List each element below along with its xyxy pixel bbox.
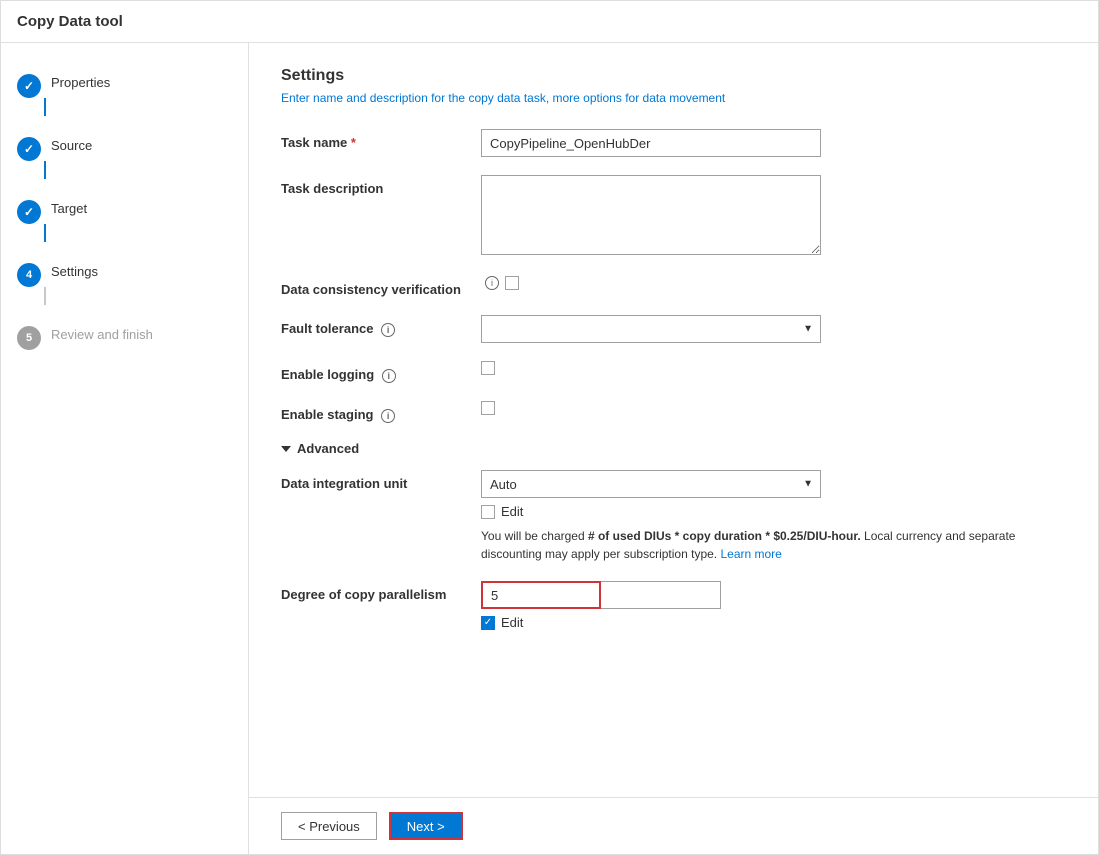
sidebar-item-review[interactable]: 5 Review and finish (1, 315, 248, 360)
step-circle-review: 5 (17, 326, 41, 350)
right-panel: Settings Enter name and description for … (249, 43, 1098, 854)
step-connector-3 (44, 224, 46, 242)
degree-parallelism-input-2[interactable] (601, 581, 721, 609)
data-integration-control: Auto ▼ Edit You will be charged # of use… (481, 470, 1066, 563)
degree-parallelism-row: Degree of copy parallelism Edit (281, 581, 1066, 630)
advanced-label: Advanced (297, 441, 359, 456)
fault-tolerance-info-icon[interactable]: i (381, 323, 395, 337)
sidebar-item-target[interactable]: Target (1, 189, 248, 252)
advanced-header[interactable]: Advanced (281, 441, 1066, 456)
step-circle-settings: 4 (17, 263, 41, 287)
edit-label-diu: Edit (501, 504, 523, 519)
edit-row-diu: Edit (481, 504, 1066, 519)
section-subtitle: Enter name and description for the copy … (281, 91, 1066, 105)
panel-content: Settings Enter name and description for … (249, 43, 1098, 797)
sidebar-label-review: Review and finish (51, 325, 153, 342)
enable-staging-row: Enable staging i (281, 401, 1066, 423)
task-description-label: Task description (281, 175, 481, 196)
enable-logging-row: Enable logging i (281, 361, 1066, 383)
degree-parallelism-input[interactable] (481, 581, 601, 609)
next-button[interactable]: Next > (389, 812, 463, 840)
enable-staging-control (481, 401, 1066, 418)
data-consistency-checkbox-row: i (481, 276, 1066, 290)
sidebar-label-properties: Properties (51, 73, 110, 90)
step-connector-1 (44, 98, 46, 116)
step-circle-properties (17, 74, 41, 98)
data-integration-dropdown-wrapper: Auto ▼ (481, 470, 821, 498)
enable-staging-checkbox[interactable] (481, 401, 495, 415)
enable-logging-label: Enable logging i (281, 361, 481, 383)
data-consistency-row: Data consistency verification i (281, 276, 1066, 297)
task-name-input[interactable] (481, 129, 821, 157)
task-name-required: * (351, 135, 356, 150)
edit-row-parallelism: Edit (481, 615, 1066, 630)
degree-parallelism-label: Degree of copy parallelism (281, 581, 481, 602)
edit-checkbox-parallelism[interactable] (481, 616, 495, 630)
fault-tolerance-dropdown-wrapper: ▼ (481, 315, 821, 343)
sidebar-label-settings: Settings (51, 262, 98, 279)
charge-text-part1: You will be charged (481, 529, 588, 543)
step-circle-source (17, 137, 41, 161)
previous-label: < Previous (298, 819, 360, 834)
data-consistency-label: Data consistency verification (281, 276, 481, 297)
next-label: Next > (407, 819, 445, 834)
charge-text: You will be charged # of used DIUs * cop… (481, 527, 1061, 563)
enable-logging-control (481, 361, 1066, 378)
enable-staging-info-icon[interactable]: i (381, 409, 395, 423)
task-description-row: Task description (281, 175, 1066, 258)
fault-tolerance-select[interactable] (481, 315, 821, 343)
parallelism-inputs (481, 581, 1066, 609)
advanced-collapse-icon (281, 446, 291, 452)
enable-logging-info-icon[interactable]: i (382, 369, 396, 383)
fault-tolerance-row: Fault tolerance i ▼ (281, 315, 1066, 343)
data-integration-row: Data integration unit Auto ▼ Edit (281, 470, 1066, 563)
task-name-label: Task name * (281, 129, 481, 150)
sidebar-label-target: Target (51, 199, 87, 216)
learn-more-link[interactable]: Learn more (720, 547, 781, 561)
fault-tolerance-control: ▼ (481, 315, 1066, 343)
sidebar-item-properties[interactable]: Properties (1, 63, 248, 126)
sidebar-item-source[interactable]: Source (1, 126, 248, 189)
data-integration-label: Data integration unit (281, 470, 481, 491)
step-connector-4 (44, 287, 46, 305)
edit-checkbox-diu[interactable] (481, 505, 495, 519)
previous-button[interactable]: < Previous (281, 812, 377, 840)
sidebar: Properties Source Target (1, 43, 249, 854)
app-title: Copy Data tool (17, 13, 123, 30)
task-name-row: Task name * (281, 129, 1066, 157)
charge-text-bold: # of used DIUs * copy duration * $0.25/D… (588, 529, 861, 543)
panel-footer: < Previous Next > (249, 797, 1098, 854)
data-integration-select[interactable]: Auto (481, 470, 821, 498)
task-description-input[interactable] (481, 175, 821, 255)
data-consistency-checkbox[interactable] (505, 276, 519, 290)
edit-label-parallelism: Edit (501, 615, 523, 630)
sidebar-label-source: Source (51, 136, 92, 153)
section-title: Settings (281, 67, 1066, 85)
advanced-section: Advanced Data integration unit Auto ▼ (281, 441, 1066, 630)
sidebar-item-settings[interactable]: 4 Settings (1, 252, 248, 315)
task-description-control (481, 175, 1066, 258)
data-consistency-control: i (481, 276, 1066, 290)
data-consistency-info-icon[interactable]: i (485, 276, 499, 290)
fault-tolerance-label: Fault tolerance i (281, 315, 481, 337)
step-connector-2 (44, 161, 46, 179)
degree-parallelism-control: Edit (481, 581, 1066, 630)
step-circle-target (17, 200, 41, 224)
enable-staging-label: Enable staging i (281, 401, 481, 423)
enable-logging-checkbox[interactable] (481, 361, 495, 375)
task-name-control (481, 129, 1066, 157)
title-bar: Copy Data tool (1, 1, 1098, 43)
